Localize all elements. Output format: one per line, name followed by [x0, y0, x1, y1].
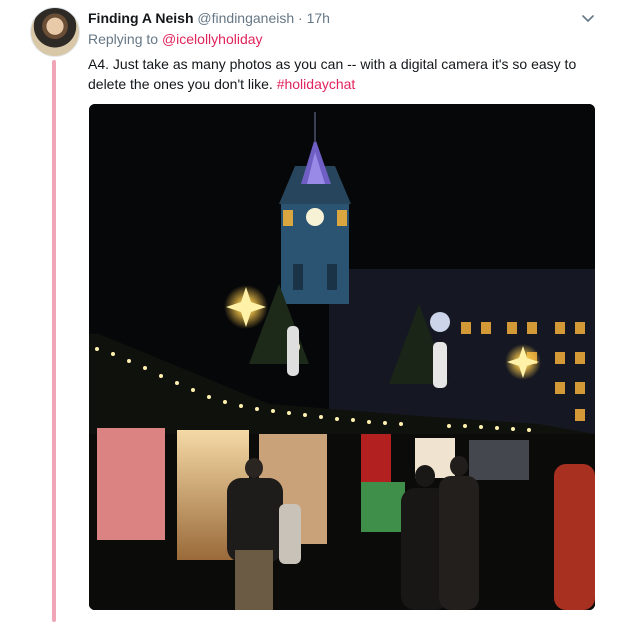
hashtag-link[interactable]: #holidaychat [277, 76, 356, 92]
tweet-header: Finding A Neish @findinganeish · 17h [88, 10, 330, 26]
replying-to: Replying to @icelollyholiday [88, 31, 263, 47]
thread-line [52, 60, 56, 622]
replying-to-label: Replying to [88, 31, 159, 47]
tweet-text: A4. Just take as many photos as you can … [88, 54, 588, 94]
chevron-down-icon[interactable] [580, 10, 596, 26]
timestamp[interactable]: 17h [307, 10, 330, 26]
reply-handle-link[interactable]: @icelollyholiday [162, 31, 263, 47]
user-handle[interactable]: @findinganeish [197, 10, 294, 26]
tweet-photo[interactable] [89, 104, 595, 610]
separator-dot: · [298, 10, 303, 26]
display-name[interactable]: Finding A Neish [88, 10, 194, 26]
avatar[interactable] [30, 7, 80, 57]
christmas-market-photo [89, 104, 595, 610]
